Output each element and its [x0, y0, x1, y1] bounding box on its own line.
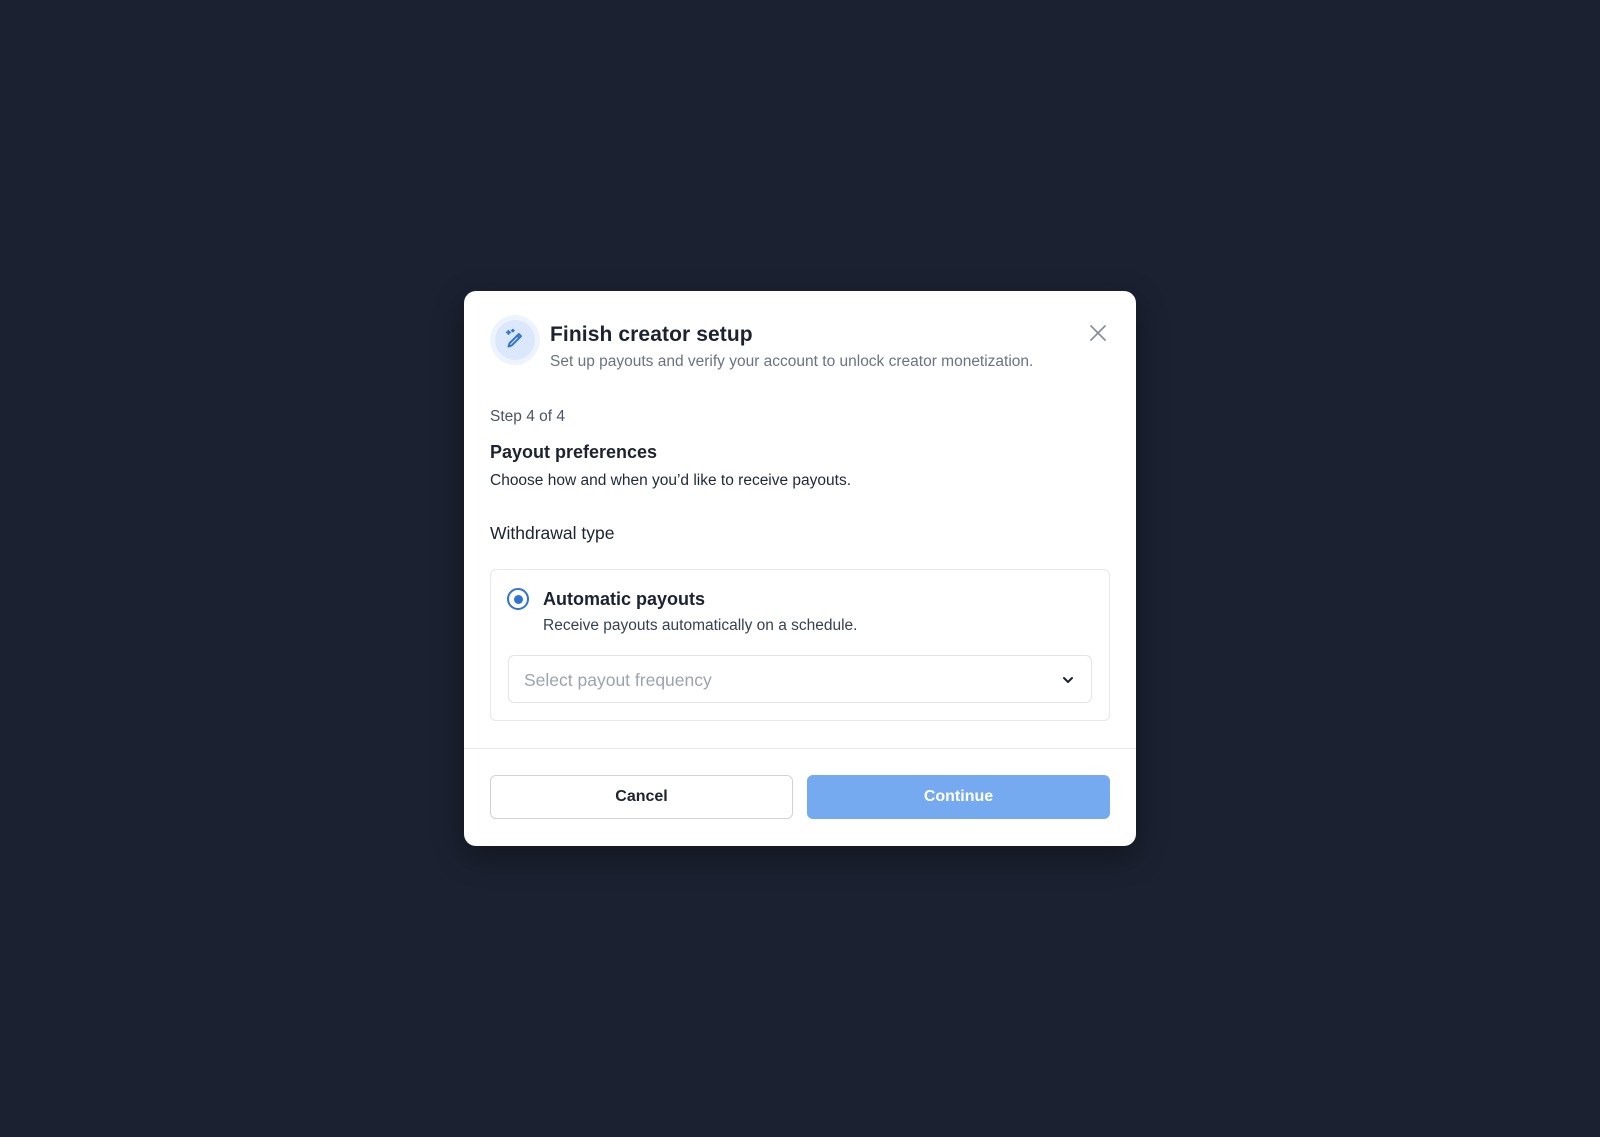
- cancel-button[interactable]: Cancel: [490, 775, 793, 819]
- option-title: Automatic payouts: [543, 589, 706, 609]
- magic-pencil-icon: [490, 315, 540, 365]
- withdrawal-type-label: Withdrawal type: [490, 523, 615, 543]
- chevron-down-icon: [1063, 677, 1073, 683]
- radio-selected-dot: [513, 594, 523, 604]
- footer-divider: [464, 748, 1136, 749]
- close-button[interactable]: [1084, 319, 1112, 347]
- select-placeholder: Select payout frequency: [524, 670, 712, 690]
- step-indicator: Step 4 of 4: [490, 408, 565, 425]
- section-description: Choose how and when you’d like to receiv…: [490, 472, 852, 489]
- creator-setup-dialog: Finish creator setup Set up payouts and …: [464, 291, 1136, 846]
- continue-button[interactable]: Continue: [807, 775, 1110, 819]
- dialog-subtitle: Set up payouts and verify your account t…: [550, 353, 1034, 370]
- option-description: Receive payouts automatically on a sched…: [543, 617, 858, 634]
- section-title: Payout preferences: [490, 442, 658, 462]
- close-icon: [1090, 325, 1106, 341]
- dialog-title: Finish creator setup: [550, 323, 753, 346]
- payout-frequency-select[interactable]: Select payout frequency: [508, 655, 1092, 703]
- automatic-payouts-radio[interactable]: [507, 588, 529, 610]
- automatic-payouts-option[interactable]: Automatic payouts Receive payouts automa…: [490, 569, 1110, 721]
- dialog-header: Finish creator setup Set up payouts and …: [490, 315, 1110, 375]
